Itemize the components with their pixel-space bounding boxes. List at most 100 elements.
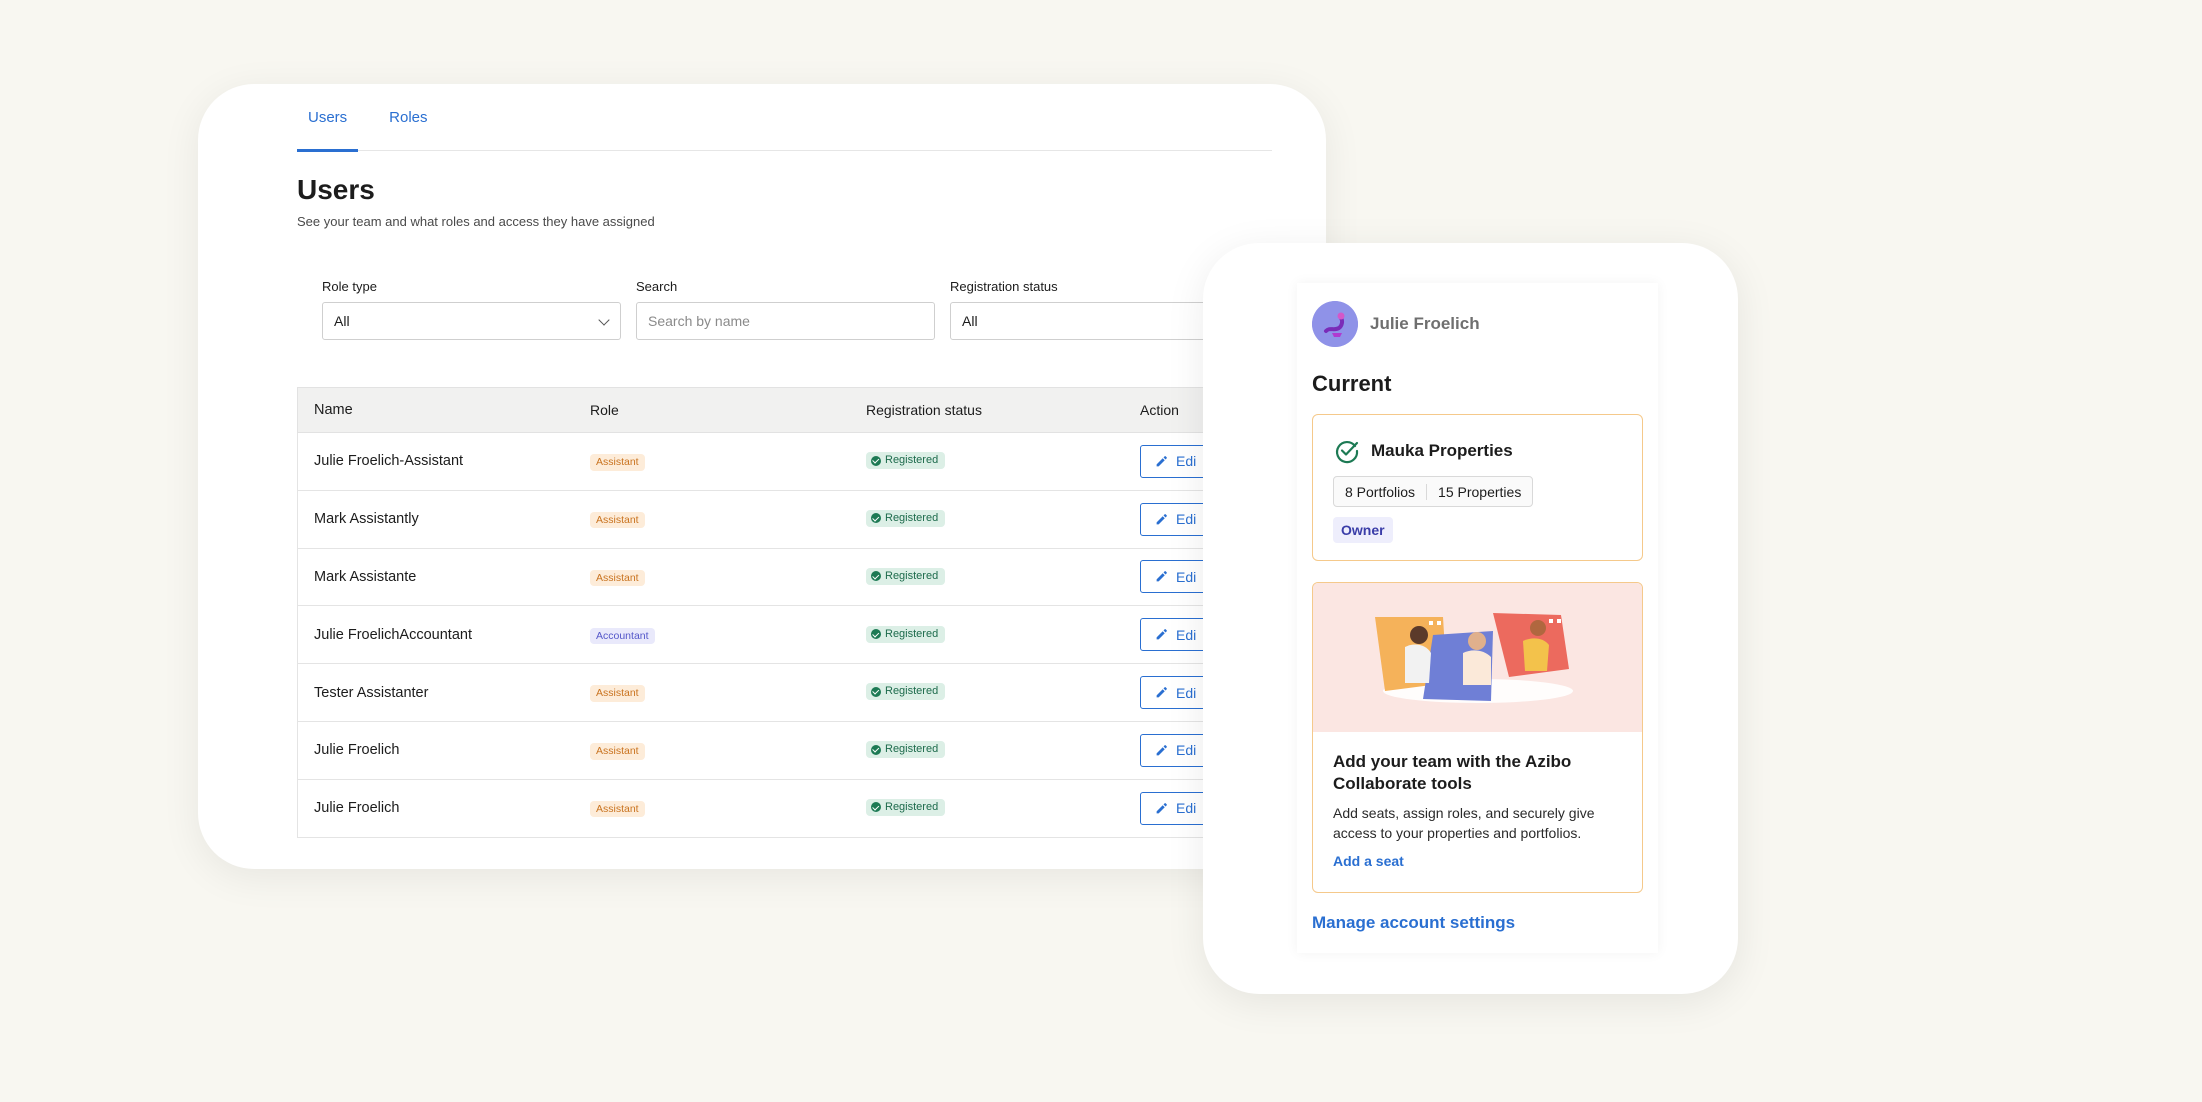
edit-label: Edi bbox=[1176, 626, 1197, 643]
check-circle-icon bbox=[871, 744, 881, 755]
role-badge: Assistant bbox=[590, 743, 645, 760]
user-name: Julie Froelich bbox=[314, 742, 400, 759]
status-label: Registered bbox=[885, 511, 939, 524]
check-circle-icon bbox=[871, 802, 881, 813]
edit-label: Edi bbox=[1176, 568, 1197, 585]
check-circle-icon bbox=[871, 629, 881, 640]
status-badge: Registered bbox=[866, 625, 946, 643]
pencil-icon bbox=[1156, 802, 1167, 814]
edit-button[interactable]: Edi bbox=[1140, 733, 1212, 767]
portfolios-count: 8 Portfolios bbox=[1345, 483, 1416, 500]
edit-label: Edi bbox=[1176, 511, 1197, 528]
status-label: Registered bbox=[885, 800, 939, 813]
edit-label: Edi bbox=[1176, 800, 1197, 817]
role-type-label: Role type bbox=[322, 279, 377, 294]
status-badge: Registered bbox=[866, 509, 946, 527]
organization-card[interactable]: Mauka Properties 8 Portfolios 15 Propert… bbox=[1312, 414, 1643, 561]
users-panel: Users Roles Users See your team and what… bbox=[198, 84, 1326, 869]
promo-body: Add seats, assign roles, and securely gi… bbox=[1333, 805, 1595, 841]
page-title: Users bbox=[297, 174, 375, 205]
table-row: Julie Froelich Assistant Registered Edi bbox=[297, 721, 1326, 780]
tab-bar: Users Roles bbox=[297, 84, 1272, 152]
organization-header: Mauka Properties bbox=[1333, 437, 1513, 465]
chevron-down-icon bbox=[598, 314, 610, 326]
pencil-icon bbox=[1156, 456, 1167, 467]
owner-badge: Owner bbox=[1333, 517, 1393, 543]
status-label: Registered bbox=[885, 685, 939, 698]
status-label: Registered bbox=[885, 743, 939, 756]
properties-count: 15 Properties bbox=[1426, 483, 1532, 500]
role-type-filter: Role type All bbox=[322, 279, 621, 340]
tab-roles[interactable]: Roles bbox=[378, 84, 438, 151]
search-input[interactable]: Search by name bbox=[636, 302, 935, 340]
table-row: Julie Froelich-Assistant Assistant Regis… bbox=[297, 433, 1326, 491]
profile-name: Julie Froelich bbox=[1370, 314, 1480, 333]
table-row: Julie FroelichAccountant Accountant Regi… bbox=[297, 606, 1326, 665]
tab-users[interactable]: Users bbox=[297, 84, 359, 152]
search-filter: Search Search by name bbox=[636, 279, 935, 340]
role-type-value: All bbox=[334, 313, 350, 329]
search-placeholder: Search by name bbox=[648, 313, 750, 329]
role-badge: Assistant bbox=[590, 685, 645, 702]
status-label: Registered bbox=[885, 454, 939, 467]
add-seat-link[interactable]: Add a seat bbox=[1333, 853, 1404, 869]
check-circle-icon bbox=[871, 571, 881, 582]
edit-button[interactable]: Edi bbox=[1140, 791, 1212, 825]
organization-stats: 8 Portfolios 15 Properties bbox=[1333, 476, 1534, 507]
edit-button[interactable]: Edi bbox=[1140, 560, 1212, 594]
pencil-icon bbox=[1156, 629, 1167, 640]
edit-button[interactable]: Edi bbox=[1140, 618, 1212, 652]
status-badge: Registered bbox=[866, 798, 946, 816]
status-badge: Registered bbox=[866, 567, 946, 585]
user-name: Mark Assistante bbox=[314, 568, 417, 585]
role-badge: Accountant bbox=[590, 627, 655, 645]
edit-label: Edi bbox=[1176, 742, 1197, 759]
user-name: Julie Froelich bbox=[314, 800, 400, 817]
edit-button[interactable]: Edi bbox=[1140, 444, 1212, 478]
edit-button[interactable]: Edi bbox=[1140, 676, 1212, 710]
role-badge: Assistant bbox=[590, 569, 645, 587]
status-badge: Registered bbox=[866, 741, 946, 759]
check-circle-icon bbox=[871, 686, 881, 697]
pencil-icon bbox=[1156, 571, 1167, 582]
promo-title: Add your team with the Azibo Collaborate… bbox=[1333, 752, 1572, 794]
status-badge: Registered bbox=[866, 452, 946, 470]
edit-label: Edi bbox=[1176, 684, 1197, 701]
account-panel: Julie Froelich Current Mauka Properties … bbox=[1203, 243, 1738, 994]
account-card: Julie Froelich Current Mauka Properties … bbox=[1297, 283, 1658, 953]
search-label: Search bbox=[636, 279, 678, 294]
user-name: Tester Assistanter bbox=[314, 684, 429, 701]
status-label: Registered bbox=[885, 569, 939, 582]
check-circle-icon bbox=[871, 513, 881, 524]
pencil-icon bbox=[1156, 687, 1167, 698]
user-name: Julie Froelich-Assistant bbox=[314, 453, 464, 470]
table-row: Julie Froelich Assistant Registered Edi bbox=[297, 779, 1326, 838]
check-circle-icon bbox=[871, 455, 881, 466]
role-badge: Assistant bbox=[590, 511, 645, 529]
page-subtitle: See your team and what roles and access … bbox=[297, 214, 655, 229]
header-role: Role bbox=[590, 402, 619, 418]
current-title: Current bbox=[1312, 371, 1392, 396]
organization-name: Mauka Properties bbox=[1371, 441, 1513, 460]
collaborate-promo-card: Add your team with the Azibo Collaborate… bbox=[1312, 582, 1643, 893]
header-registration-status: Registration status bbox=[866, 402, 982, 418]
profile-header[interactable]: Julie Froelich bbox=[1312, 301, 1480, 347]
manage-account-settings-link[interactable]: Manage account settings bbox=[1312, 913, 1515, 933]
role-badge: Assistant bbox=[590, 800, 645, 818]
users-table: Name Role Registration status Action Jul… bbox=[297, 387, 1326, 838]
table-row: Mark Assistantly Assistant Registered Ed… bbox=[297, 490, 1326, 549]
avatar bbox=[1312, 301, 1358, 347]
table-body: Julie Froelich-Assistant Assistant Regis… bbox=[297, 433, 1326, 838]
status-label: Registered bbox=[885, 627, 939, 640]
table-row: Mark Assistante Assistant Registered Edi bbox=[297, 548, 1326, 607]
registration-status-value: All bbox=[962, 313, 978, 329]
pencil-icon bbox=[1156, 745, 1167, 756]
pencil-icon bbox=[1156, 513, 1167, 525]
user-name: Julie FroelichAccountant bbox=[314, 626, 472, 643]
edit-button[interactable]: Edi bbox=[1140, 502, 1212, 536]
table-row: Tester Assistanter Assistant Registered … bbox=[297, 664, 1326, 722]
role-type-select[interactable]: All bbox=[322, 302, 621, 340]
team-illustration bbox=[1313, 583, 1642, 732]
status-badge: Registered bbox=[866, 683, 946, 701]
edit-label: Edi bbox=[1176, 453, 1197, 470]
